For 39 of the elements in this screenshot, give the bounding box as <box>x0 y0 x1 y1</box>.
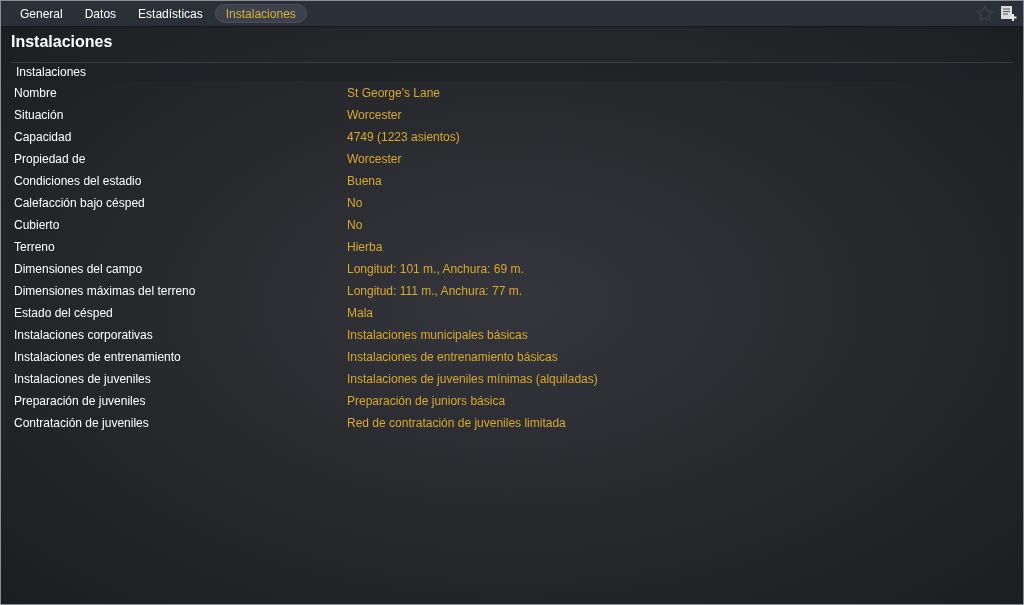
field-value: Instalaciones municipales básicas <box>347 327 528 344</box>
field-label: Estado del césped <box>14 305 114 322</box>
field-value: Instalaciones de entrenamiento básicas <box>347 349 558 366</box>
field-label: Calefacción bajo césped <box>14 195 146 212</box>
add-note-icon[interactable] <box>1000 5 1017 22</box>
field-label: Condiciones del estadio <box>14 173 143 190</box>
field-label: Situación <box>14 107 65 124</box>
field-label: Nombre <box>14 85 58 102</box>
field-value: Preparación de juniors básica <box>347 393 506 410</box>
field-label: Terreno <box>14 239 56 256</box>
field-value: 4749 (1223 asientos) <box>347 129 460 146</box>
field-label: Propiedad de <box>14 151 87 168</box>
field-label: Instalaciones corporativas <box>14 327 154 344</box>
field-label: Cubierto <box>14 217 61 234</box>
tab[interactable]: General <box>10 4 73 23</box>
field-label: Capacidad <box>14 129 73 146</box>
field-value: Longitud: 101 m., Anchura: 69 m. <box>347 261 524 278</box>
field-value: Hierba <box>347 239 383 256</box>
field-label: Dimensiones máximas del terreno <box>14 283 197 300</box>
field-label: Dimensiones del campo <box>14 261 144 278</box>
tab[interactable]: Instalaciones <box>214 4 307 23</box>
field-value: Instalaciones de juveniles mínimas (alquiladas) <box>347 371 598 388</box>
field-label: Preparación de juveniles <box>14 393 147 410</box>
tab[interactable]: Estadísticas <box>128 4 213 23</box>
field-value: Mala <box>347 305 373 322</box>
field-value: Red de contratación de juveniles limitada <box>347 415 566 432</box>
field-value: No <box>347 195 363 212</box>
tab[interactable]: Datos <box>74 4 127 23</box>
field-label: Instalaciones de entrenamiento <box>14 349 182 366</box>
field-value: Buena <box>347 173 382 190</box>
field-label: Instalaciones de juveniles <box>14 371 152 388</box>
page-title: Instalaciones <box>11 32 114 52</box>
field-value: Worcester <box>347 151 402 168</box>
field-value: Worcester <box>347 107 402 124</box>
field-value: No <box>347 217 363 234</box>
field-value: Longitud: 111 m., Anchura: 77 m. <box>347 283 522 300</box>
field-value: St George's Lane <box>347 85 441 102</box>
section-title: Instalaciones <box>16 64 87 81</box>
field-label: Contratación de juveniles <box>14 415 150 432</box>
